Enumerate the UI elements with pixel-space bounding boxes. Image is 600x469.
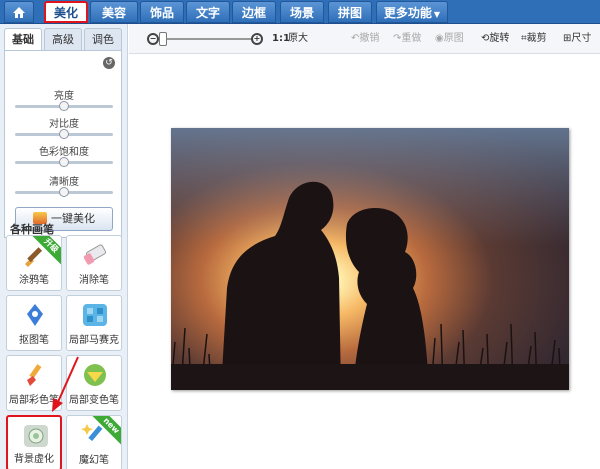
brush-magic[interactable]: new 魔幻笔 <box>66 415 122 469</box>
saturation-label: 色彩饱和度 <box>39 147 89 158</box>
blur-icon <box>24 425 48 447</box>
brush-label: 魔幻笔 <box>79 455 109 466</box>
brush-background-blur[interactable]: 背景虚化 <box>6 415 62 469</box>
tab-label: 更多功能 <box>383 6 432 20</box>
subtab-basic[interactable]: 基础 <box>4 28 42 51</box>
tab-beautify[interactable]: 美化 <box>44 1 88 23</box>
original-size-button[interactable]: 原大 <box>288 31 308 47</box>
sharpness-slider[interactable] <box>15 187 113 197</box>
brush-label: 涂鸦笔 <box>19 275 49 286</box>
brush-label: 局部变色笔 <box>69 395 119 406</box>
brush-label: 抠图笔 <box>19 335 49 346</box>
tab-label: 拼图 <box>337 6 362 20</box>
editor-toolbar: − + 1:1 原大 ↶撤销 ↷重做 ◉原图 ⟲旋转 ⌗裁剪 ⊞尺寸 <box>129 24 600 54</box>
contrast-label: 对比度 <box>49 119 79 130</box>
rotate-label: 旋转 <box>489 33 510 44</box>
original-image-label: 原图 <box>443 33 464 44</box>
resize-button[interactable]: ⊞尺寸 <box>563 31 591 47</box>
brush-label: 消除笔 <box>79 275 109 286</box>
home-tab[interactable] <box>4 1 34 23</box>
brush-doodle[interactable]: 升级 涂鸦笔 <box>6 235 62 291</box>
eraser-icon <box>83 244 107 265</box>
tab-text[interactable]: 文字 <box>186 1 230 23</box>
slider-knob[interactable] <box>59 129 69 139</box>
subtab-label: 调色 <box>92 33 114 46</box>
brush-label: 背景虚化 <box>14 454 54 465</box>
mosaic-icon <box>83 304 107 326</box>
redo-button[interactable]: ↷重做 <box>393 31 421 47</box>
tab-label: 美容 <box>101 6 126 20</box>
original-image-button[interactable]: ◉原图 <box>435 31 464 47</box>
tab-accessories[interactable]: 饰品 <box>140 1 184 23</box>
tab-label: 美化 <box>53 6 78 20</box>
brush-local-recolor[interactable]: 局部变色笔 <box>66 355 122 411</box>
zoom-out-icon[interactable]: − <box>147 33 159 45</box>
zoom-slider[interactable] <box>163 38 253 40</box>
contrast-slider[interactable] <box>15 129 113 139</box>
undo-label: 撤销 <box>359 33 380 44</box>
sharpness-label: 清晰度 <box>49 177 79 188</box>
paint-brush-color-icon <box>27 364 42 386</box>
subtab-label: 基础 <box>12 33 34 46</box>
tab-label: 场景 <box>289 6 314 20</box>
slider-knob[interactable] <box>59 101 69 111</box>
brush-local-color[interactable]: 局部彩色笔 <box>6 355 62 411</box>
color-swap-icon <box>84 364 106 386</box>
zoom-in-icon[interactable]: + <box>251 33 263 45</box>
resize-label: 尺寸 <box>571 33 592 44</box>
tab-collage[interactable]: 拼图 <box>328 1 372 23</box>
left-panel: 基础 高级 调色 ↺ 亮度 对比度 色彩饱和度 清晰度 一键美化 各种画笔 升级… <box>0 24 128 469</box>
home-icon <box>13 6 25 18</box>
slider-knob[interactable] <box>59 157 69 167</box>
tab-label: 文字 <box>195 6 220 20</box>
subtab-color[interactable]: 调色 <box>84 28 122 50</box>
subtab-advanced[interactable]: 高级 <box>44 28 82 50</box>
tab-frame[interactable]: 边框 <box>232 1 276 23</box>
subtab-label: 高级 <box>52 33 74 46</box>
crop-label: 裁剪 <box>526 33 547 44</box>
brush-eraser[interactable]: 消除笔 <box>66 235 122 291</box>
brush-mosaic[interactable]: 局部马赛克 <box>66 295 122 351</box>
adjust-subtabs: 基础 高级 调色 <box>4 28 122 51</box>
adjust-box: ↺ 亮度 对比度 色彩饱和度 清晰度 一键美化 <box>4 50 122 238</box>
saturation-slider[interactable] <box>15 157 113 167</box>
eye-icon: ◉ <box>435 33 444 44</box>
top-nav: 美化 美容 饰品 文字 边框 场景 拼图 更多功能 ▼ <box>0 0 600 24</box>
undo-button[interactable]: ↶撤销 <box>351 31 379 47</box>
pen-nib-icon <box>27 304 43 326</box>
tab-label: 边框 <box>241 6 266 20</box>
crop-button[interactable]: ⌗裁剪 <box>521 31 547 47</box>
tab-scene[interactable]: 场景 <box>280 1 324 23</box>
tab-label: 饰品 <box>149 6 174 20</box>
button-label: 一键美化 <box>51 212 95 225</box>
tab-beauty[interactable]: 美容 <box>90 1 138 23</box>
brush-cutout[interactable]: 抠图笔 <box>6 295 62 351</box>
edited-photo[interactable] <box>171 128 569 390</box>
slider-knob[interactable] <box>59 187 69 197</box>
rotate-button[interactable]: ⟲旋转 <box>481 31 509 47</box>
tab-more[interactable]: 更多功能 ▼ <box>376 1 448 23</box>
zoom-slider-knob[interactable] <box>159 32 167 46</box>
reset-icon[interactable]: ↺ <box>103 57 115 69</box>
canvas-area <box>129 55 600 469</box>
brightness-label: 亮度 <box>54 91 74 102</box>
chevron-down-icon: ▼ <box>433 10 441 19</box>
sunset-couple-photo <box>171 128 569 390</box>
brush-label: 局部马赛克 <box>69 335 119 346</box>
redo-label: 重做 <box>401 33 422 44</box>
brush-label: 局部彩色笔 <box>9 395 59 406</box>
brightness-slider[interactable] <box>15 101 113 111</box>
